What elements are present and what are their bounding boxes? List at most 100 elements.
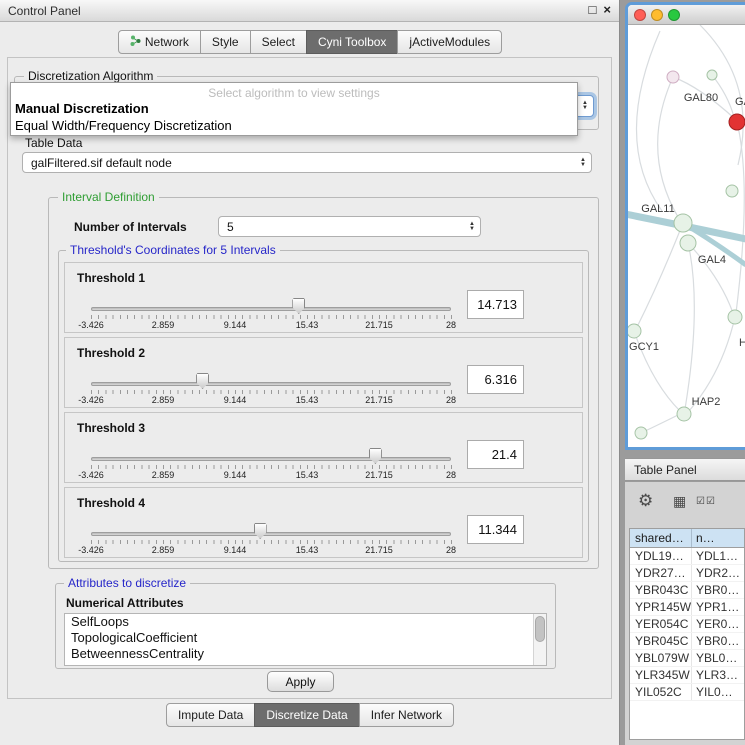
column-header-shared-name[interactable]: shared… bbox=[630, 529, 692, 547]
table-row[interactable]: YDR27…YDR2… bbox=[630, 565, 744, 582]
network-edge[interactable] bbox=[637, 223, 683, 327]
network-node[interactable] bbox=[628, 324, 641, 338]
network-edge[interactable] bbox=[736, 122, 744, 313]
slider-thumb[interactable] bbox=[196, 373, 209, 389]
network-node[interactable] bbox=[667, 71, 679, 83]
scrollbar-thumb[interactable] bbox=[535, 616, 545, 642]
tab-select[interactable]: Select bbox=[250, 30, 307, 54]
slider-thumb[interactable] bbox=[254, 523, 267, 539]
scale-label: 2.859 bbox=[152, 470, 175, 480]
node-label-gal80: GAL80 bbox=[684, 92, 718, 104]
apply-button[interactable]: Apply bbox=[267, 671, 334, 692]
tab-label: jActiveModules bbox=[409, 35, 490, 49]
network-edge[interactable] bbox=[685, 243, 694, 409]
bottom-tab-bar: Impute DataDiscretize DataInfer Network bbox=[0, 703, 620, 727]
slider-thumb[interactable] bbox=[292, 298, 305, 314]
cell-shared-name[interactable]: YBR043C bbox=[630, 582, 692, 598]
network-node[interactable] bbox=[726, 185, 738, 197]
select-rows-icons[interactable]: ☑☑ bbox=[696, 496, 716, 507]
cell-shared-name[interactable]: YER054C bbox=[630, 616, 692, 632]
table-row[interactable]: YIL052CYIL0… bbox=[630, 684, 744, 701]
network-node[interactable] bbox=[674, 214, 692, 232]
cell-name[interactable]: YLR3… bbox=[692, 667, 744, 683]
threshold-value-field[interactable]: 14.713 bbox=[467, 290, 524, 319]
network-node[interactable] bbox=[680, 235, 696, 251]
table-row[interactable]: YPR145WYPR1… bbox=[630, 599, 744, 616]
tab-label: Style bbox=[212, 35, 239, 49]
cell-name[interactable]: YER0… bbox=[692, 616, 744, 632]
stepper-icon: ▲▼ bbox=[582, 101, 588, 111]
cell-shared-name[interactable]: YBL079W bbox=[630, 650, 692, 666]
control-panel-window: Control Panel □ × Network Style SelectCyni… bbox=[0, 0, 620, 745]
window-title: Control Panel bbox=[8, 4, 81, 18]
tab-cyni-toolbox[interactable]: Cyni Toolbox bbox=[306, 30, 398, 54]
network-graph: GAL80GAL11GAL4GCY1HAP2GAH bbox=[628, 25, 745, 450]
table-row[interactable]: YBR043CYBR0… bbox=[630, 582, 744, 599]
network-node[interactable] bbox=[677, 407, 691, 421]
table-data-combo[interactable]: galFiltered.sif default node ▲▼ bbox=[22, 152, 592, 173]
threshold-value-field[interactable]: 21.4 bbox=[467, 440, 524, 469]
cell-shared-name[interactable]: YPR145W bbox=[630, 599, 692, 615]
threshold-label: Threshold 4 bbox=[77, 496, 145, 510]
tab-network[interactable]: Network bbox=[118, 30, 201, 54]
cell-shared-name[interactable]: YDL19… bbox=[630, 548, 692, 564]
network-node[interactable] bbox=[728, 310, 742, 324]
dropdown-item-equal-width-frequency[interactable]: Equal Width/Frequency Discretization bbox=[11, 117, 577, 134]
slider-track[interactable] bbox=[91, 382, 451, 386]
cell-shared-name[interactable]: YIL052C bbox=[630, 684, 692, 700]
threshold-value-field[interactable]: 11.344 bbox=[467, 515, 524, 544]
table-row[interactable]: YLR345WYLR3… bbox=[630, 667, 744, 684]
slider-track[interactable] bbox=[91, 532, 451, 536]
slider-track[interactable] bbox=[91, 307, 451, 311]
cell-name[interactable]: YIL0… bbox=[692, 684, 744, 700]
cell-name[interactable]: YDR2… bbox=[692, 565, 744, 581]
list-item-topologicalcoefficient[interactable]: TopologicalCoefficient bbox=[65, 630, 546, 646]
cell-name[interactable]: YBR0… bbox=[692, 582, 744, 598]
network-node[interactable] bbox=[729, 114, 745, 130]
slider-track[interactable] bbox=[91, 457, 451, 461]
table-row[interactable]: YDL19…YDL1… bbox=[630, 548, 744, 565]
network-canvas[interactable]: GAL80GAL11GAL4GCY1HAP2GAH bbox=[628, 25, 745, 450]
tab-impute-data[interactable]: Impute Data bbox=[166, 703, 255, 727]
tab-discretize-data[interactable]: Discretize Data bbox=[254, 703, 359, 727]
cell-name[interactable]: YDL1… bbox=[692, 548, 744, 564]
close-window-icon[interactable]: × bbox=[603, 2, 611, 17]
network-edge[interactable] bbox=[636, 31, 662, 211]
table-row[interactable]: YER054CYER0… bbox=[630, 616, 744, 633]
gear-icon[interactable]: ⚙ bbox=[638, 491, 653, 511]
column-header-name[interactable]: n… bbox=[692, 529, 744, 547]
tab-style[interactable]: Style bbox=[200, 30, 251, 54]
network-node[interactable] bbox=[707, 70, 717, 80]
scale-label: 2.859 bbox=[152, 545, 175, 555]
minimize-traffic-light[interactable] bbox=[651, 9, 663, 21]
list-item-betweennesscentrality[interactable]: BetweennessCentrality bbox=[65, 646, 546, 662]
threshold-panel-3: Threshold 3-3.4262.8599.14415.4321.71528… bbox=[64, 412, 583, 483]
float-window-icon[interactable]: □ bbox=[589, 2, 597, 17]
cell-name[interactable]: YBR0… bbox=[692, 633, 744, 649]
cell-name[interactable]: YBL0… bbox=[692, 650, 744, 666]
tab-infer-network[interactable]: Infer Network bbox=[359, 703, 454, 727]
table-panel-header[interactable]: Table Panel bbox=[625, 458, 745, 481]
node-label-gal4: GAL4 bbox=[698, 254, 726, 266]
network-node[interactable] bbox=[635, 427, 647, 439]
cell-shared-name[interactable]: YLR345W bbox=[630, 667, 692, 683]
list-scrollbar[interactable] bbox=[533, 614, 546, 665]
table-columns-icon[interactable]: ▦ bbox=[673, 493, 686, 510]
network-edge[interactable] bbox=[658, 77, 678, 217]
tab-jactivemodules[interactable]: jActiveModules bbox=[397, 30, 502, 54]
table-row[interactable]: YBL079WYBL0… bbox=[630, 650, 744, 667]
dropdown-item-manual-discretization[interactable]: Manual Discretization bbox=[11, 100, 577, 117]
slider-thumb[interactable] bbox=[369, 448, 382, 464]
cell-shared-name[interactable]: YDR27… bbox=[630, 565, 692, 581]
scale-label: 15.43 bbox=[296, 395, 319, 405]
threshold-value-field[interactable]: 6.316 bbox=[467, 365, 524, 394]
scale-label: 21.715 bbox=[365, 320, 393, 330]
cell-name[interactable]: YPR1… bbox=[692, 599, 744, 615]
close-traffic-light[interactable] bbox=[634, 9, 646, 21]
cell-shared-name[interactable]: YBR045C bbox=[630, 633, 692, 649]
table-row[interactable]: YBR045CYBR0… bbox=[630, 633, 744, 650]
zoom-traffic-light[interactable] bbox=[668, 9, 680, 21]
number-of-intervals-combo[interactable]: 5 ▲▼ bbox=[218, 216, 481, 237]
algorithm-dropdown-popup: Select algorithm to view settings Manual… bbox=[10, 82, 578, 136]
list-item-selfloops[interactable]: SelfLoops bbox=[65, 614, 546, 630]
